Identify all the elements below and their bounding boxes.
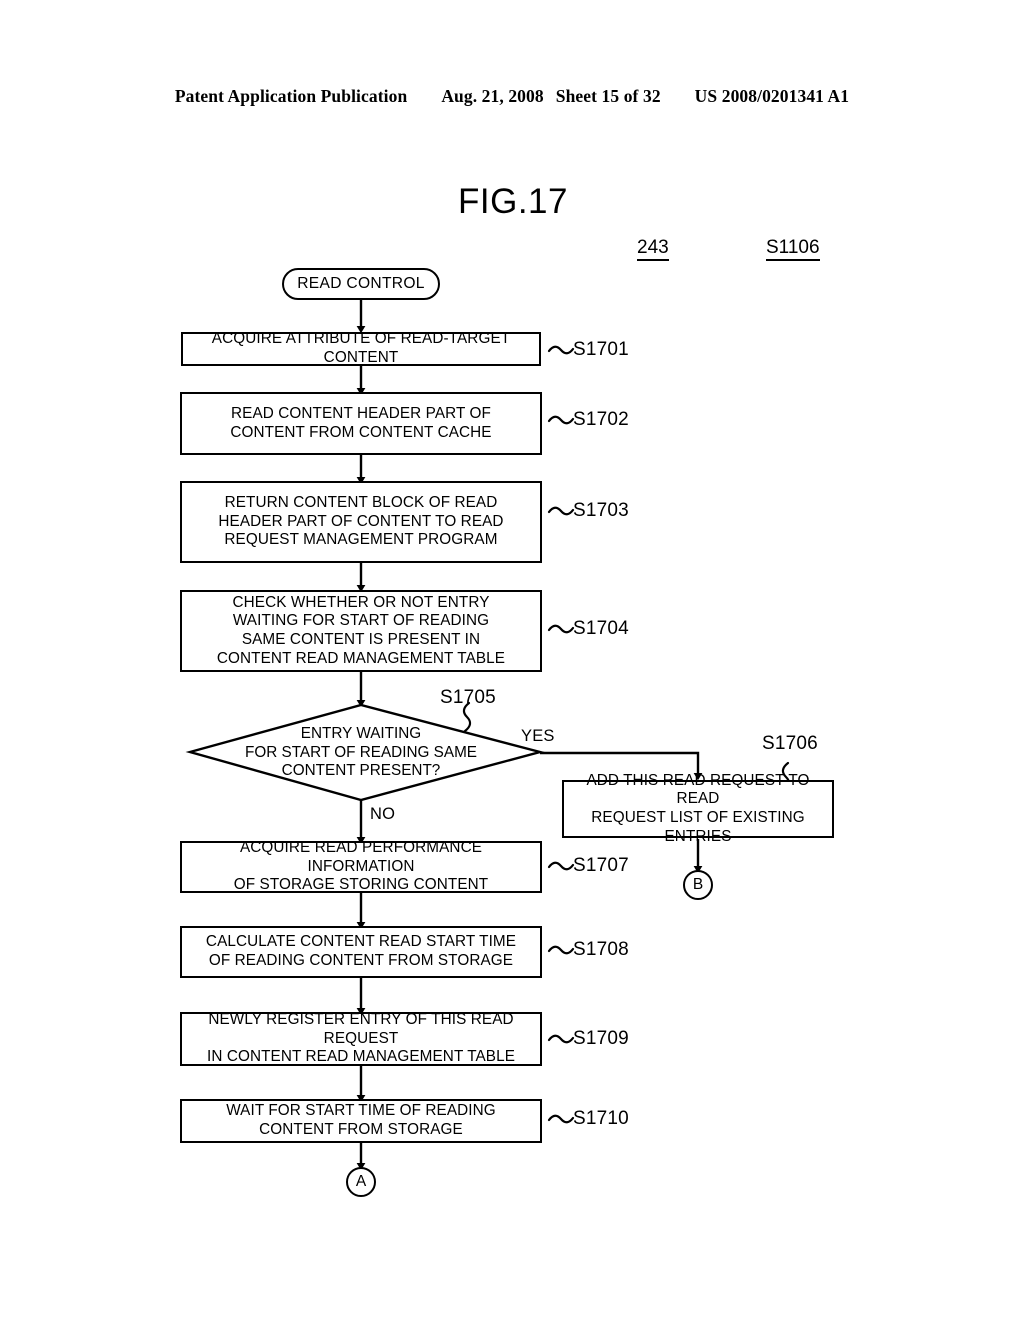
step-label-s1705: S1705: [440, 687, 496, 708]
process-box-s1707: ACQUIRE READ PERFORMANCE INFORMATION OF …: [180, 839, 542, 894]
patent-figure-page: Patent Application Publication Aug. 21, 2…: [0, 0, 1024, 1320]
step-label-s1707: S1707: [573, 855, 629, 876]
step-label-s1701: S1701: [573, 339, 629, 360]
header-publication-number: US 2008/0201341 A1: [694, 86, 850, 106]
reference-number-s1106: S1106: [766, 238, 820, 261]
connector-b-label: B: [692, 876, 704, 893]
process-box-s1701: ACQUIRE ATTRIBUTE OF READ-TARGET CONTENT: [181, 330, 541, 366]
reference-number-243: 243: [637, 238, 669, 261]
process-box-s1703: RETURN CONTENT BLOCK OF READ HEADER PART…: [180, 481, 542, 563]
decision-label-s1705: ENTRY WAITING FOR START OF READING SAME …: [244, 725, 478, 780]
step-label-s1708: S1708: [573, 939, 629, 960]
process-box-s1706: ADD THIS READ REQUEST TO READ REQUEST LI…: [562, 772, 834, 845]
branch-label-yes: YES: [521, 727, 555, 745]
step-label-s1709: S1709: [573, 1028, 629, 1049]
header-sheet: Sheet 15 of 32: [555, 86, 661, 106]
figure-title: FIG.17: [458, 182, 568, 221]
process-box-s1709-text: NEWLY REGISTER ENTRY OF THIS READ REQUES…: [206, 1011, 516, 1066]
process-box-s1706-text: ADD THIS READ REQUEST TO READ REQUEST LI…: [586, 771, 810, 845]
step-label-s1710: S1710: [573, 1108, 629, 1129]
publication-header: Patent Application Publication Aug. 21, 2…: [0, 86, 1024, 107]
process-box-s1704-text: CHECK WHETHER OR NOT ENTRY WAITING FOR S…: [216, 593, 506, 667]
connector-a-label: A: [355, 1173, 367, 1190]
branch-label-no: NO: [370, 805, 396, 823]
connector-a: A: [346, 1167, 376, 1197]
process-box-s1708-text: CALCULATE CONTENT READ START TIME OF REA…: [205, 933, 517, 969]
process-box-s1704: CHECK WHETHER OR NOT ENTRY WAITING FOR S…: [180, 590, 542, 672]
process-box-s1707-text: ACQUIRE READ PERFORMANCE INFORMATION OF …: [233, 839, 489, 894]
process-box-s1708: CALCULATE CONTENT READ START TIME OF REA…: [180, 926, 542, 978]
process-box-s1710: WAIT FOR START TIME OF READING CONTENT F…: [180, 1099, 542, 1143]
step-label-s1703: S1703: [573, 500, 629, 521]
header-date: Aug. 21, 2008: [441, 86, 544, 106]
connector-b: B: [683, 870, 713, 900]
process-box-s1701-text: ACQUIRE ATTRIBUTE OF READ-TARGET CONTENT: [211, 330, 511, 366]
start-terminator-label: READ CONTROL: [297, 275, 425, 292]
header-publication-label: Patent Application Publication: [174, 86, 408, 106]
start-terminator: READ CONTROL: [282, 268, 440, 300]
process-box-s1710-text: WAIT FOR START TIME OF READING CONTENT F…: [226, 1102, 496, 1138]
process-box-s1702: READ CONTENT HEADER PART OF CONTENT FROM…: [180, 392, 542, 455]
process-box-s1703-text: RETURN CONTENT BLOCK OF READ HEADER PART…: [218, 494, 504, 549]
step-label-s1704: S1704: [573, 618, 629, 639]
step-label-s1702: S1702: [573, 409, 629, 430]
process-box-s1702-text: READ CONTENT HEADER PART OF CONTENT FROM…: [230, 404, 492, 441]
process-box-s1709: NEWLY REGISTER ENTRY OF THIS READ REQUES…: [180, 1011, 542, 1066]
step-label-s1706: S1706: [762, 733, 818, 754]
